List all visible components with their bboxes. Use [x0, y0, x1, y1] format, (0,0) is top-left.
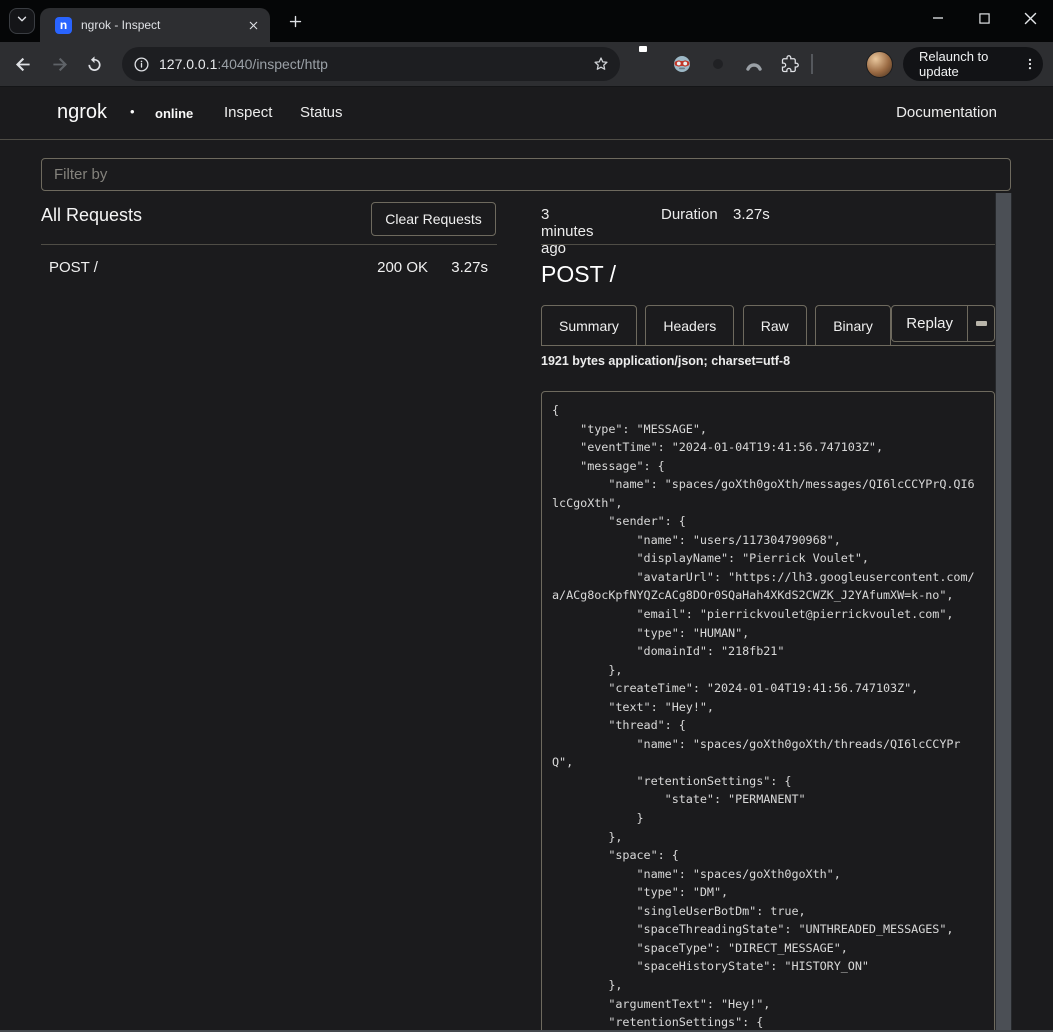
request-list-divider — [41, 244, 497, 245]
replay-menu-button[interactable] — [968, 305, 995, 342]
replay-button[interactable]: Replay — [891, 305, 968, 342]
relaunch-label: Relaunch to update — [919, 49, 1023, 79]
ngrok-favicon-icon: n — [55, 17, 72, 34]
request-body-code: { "type": "MESSAGE", "eventTime": "2024-… — [541, 391, 995, 1032]
tab-search-button[interactable] — [9, 8, 35, 34]
url-path: :4040/inspect/http — [217, 56, 328, 72]
time-ago: 3 minutes ago — [541, 206, 594, 257]
detail-title: POST / — [541, 261, 616, 288]
tab-summary[interactable]: Summary — [541, 305, 637, 346]
minimize-icon[interactable] — [915, 0, 961, 36]
chevron-down-icon — [15, 12, 29, 31]
status-online-label: online — [155, 106, 193, 121]
all-requests-title: All Requests — [41, 205, 142, 226]
extension-goggles-icon[interactable] — [673, 55, 691, 73]
browser-tab[interactable]: n ngrok - Inspect — [40, 8, 270, 42]
url-host: 127.0.0.1 — [159, 56, 217, 72]
request-duration: 3.27s — [451, 259, 488, 276]
toolbar-separator — [811, 54, 813, 74]
tab-title: ngrok - Inspect — [81, 18, 244, 32]
browser-tabstrip: n ngrok - Inspect — [0, 0, 1053, 42]
nav-item-status[interactable]: Status — [300, 104, 343, 121]
browser-toolbar: 127.0.0.1:4040/inspect/http — [0, 42, 1053, 87]
back-icon[interactable] — [6, 47, 40, 81]
new-tab-button[interactable] — [284, 10, 306, 32]
duration-value: 3.27s — [733, 206, 770, 223]
duration-label: Duration — [661, 206, 718, 223]
extensions-puzzle-icon[interactable] — [781, 55, 799, 73]
nav-item-documentation[interactable]: Documentation — [896, 104, 997, 121]
filter-input[interactable] — [41, 158, 1011, 191]
replay-menu-icon — [976, 321, 987, 326]
extension-arc-icon[interactable] — [745, 55, 763, 73]
reload-icon[interactable] — [77, 47, 111, 81]
scrollbar-thumb[interactable] — [996, 193, 1011, 1032]
tab-close-icon[interactable] — [244, 16, 262, 34]
address-bar[interactable]: 127.0.0.1:4040/inspect/http — [122, 47, 620, 81]
extension-lens-center — [713, 59, 723, 69]
kebab-menu-icon[interactable] — [1023, 56, 1037, 72]
request-method-path: POST / — [49, 259, 98, 276]
status-dot: • — [130, 104, 135, 119]
ngrok-page: ngrok • online Inspect Status Documentat… — [0, 87, 1053, 1032]
ngrok-logo[interactable]: ngrok — [57, 101, 107, 124]
nav-item-inspect[interactable]: Inspect — [224, 104, 272, 121]
window-controls — [915, 0, 1053, 36]
extension-blue-inner — [639, 46, 647, 52]
detail-scrollbar[interactable] — [995, 193, 1012, 1032]
request-status: 200 OK — [377, 259, 428, 276]
request-detail-pane: 3 minutes ago Duration 3.27s POST / Summ… — [541, 193, 1012, 1032]
detail-tabs: Summary Headers Raw Binary Replay — [541, 305, 995, 346]
profile-avatar[interactable] — [866, 51, 893, 78]
maximize-icon[interactable] — [961, 0, 1007, 36]
request-row[interactable]: POST / 200 OK 3.27s — [41, 253, 497, 281]
relaunch-button[interactable]: Relaunch to update — [903, 47, 1043, 81]
site-info-icon[interactable] — [133, 56, 150, 73]
tab-binary[interactable]: Binary — [815, 305, 891, 346]
detail-divider — [541, 244, 995, 245]
url-text: 127.0.0.1:4040/inspect/http — [159, 56, 328, 72]
side-panel-icon[interactable] — [833, 56, 851, 74]
close-icon[interactable] — [1007, 0, 1053, 36]
forward-icon — [42, 47, 76, 81]
clear-requests-button[interactable]: Clear Requests — [371, 202, 496, 236]
tab-raw[interactable]: Raw — [743, 305, 807, 346]
replay-split-button: Replay — [891, 305, 995, 342]
bookmark-star-icon[interactable] — [592, 55, 610, 73]
content-type-meta: 1921 bytes application/json; charset=utf… — [541, 354, 790, 368]
site-header: ngrok • online Inspect Status Documentat… — [0, 87, 1053, 140]
tab-headers[interactable]: Headers — [645, 305, 734, 346]
